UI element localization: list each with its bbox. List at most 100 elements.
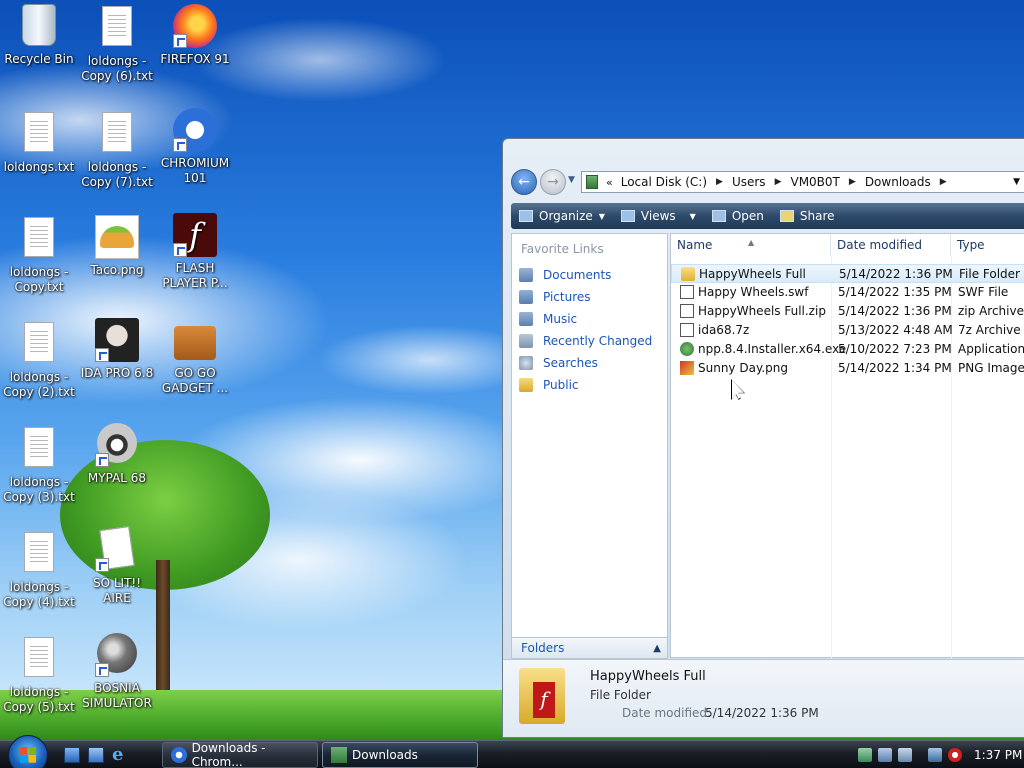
breadcrumb-downloads[interactable]: Downloads bbox=[865, 175, 931, 189]
clock[interactable]: 1:37 PM bbox=[974, 748, 1022, 762]
file-type: 7z Archive bbox=[958, 323, 1021, 337]
desktop-icon-go-go-gadget[interactable]: GO GO GADGET ... bbox=[156, 318, 234, 396]
chevron-right-icon[interactable]: ▶ bbox=[775, 177, 782, 187]
text-file-icon bbox=[17, 532, 61, 576]
nav-link-pictures[interactable]: Pictures bbox=[512, 286, 667, 308]
desktop-icon-label: loldongs - Copy (2).txt bbox=[3, 370, 75, 399]
column-name-label: Name bbox=[677, 238, 713, 252]
exe-file-icon bbox=[680, 342, 694, 356]
desktop-icon-loldongs-copy-6[interactable]: loldongs - Copy (6).txt bbox=[78, 4, 156, 84]
desktop-icon-recycle-bin[interactable]: Recycle Bin bbox=[0, 4, 78, 67]
desktop-icon-loldongs-copy-7[interactable]: loldongs - Copy (7).txt bbox=[78, 110, 156, 190]
taco-image-icon bbox=[95, 215, 139, 259]
text-file-icon bbox=[17, 322, 61, 366]
desktop-icon-loldongs-txt[interactable]: loldongs.txt bbox=[0, 110, 78, 175]
desktop-icon-taco-png[interactable]: Taco.png bbox=[78, 215, 156, 278]
nav-link-documents[interactable]: Documents bbox=[512, 264, 667, 286]
solitaire-cards-icon bbox=[95, 526, 139, 572]
folder-icon bbox=[681, 267, 695, 281]
chevron-right-icon[interactable]: ▶ bbox=[940, 177, 947, 187]
nav-link-music[interactable]: Music bbox=[512, 308, 667, 330]
text-file-icon bbox=[95, 6, 139, 50]
desktop-icon-bosnia-simulator[interactable]: BOSNIA SIMULATOR bbox=[78, 633, 156, 711]
share-button[interactable]: Share bbox=[772, 203, 843, 229]
column-header-type[interactable]: Type bbox=[951, 234, 1024, 256]
taskbar-button-chromium-downloads[interactable]: Downloads - Chrom... bbox=[162, 741, 318, 768]
chevron-right-icon[interactable]: ▶ bbox=[716, 177, 723, 187]
file-name: HappyWheels Full bbox=[699, 267, 806, 281]
file-row[interactable]: HappyWheels Full.zip 5/14/2022 1:36 PM z… bbox=[671, 302, 1024, 321]
folders-toggle[interactable]: Folders ▲ bbox=[511, 637, 668, 659]
organize-button[interactable]: Organize ▼ bbox=[511, 203, 613, 229]
7z-file-icon bbox=[680, 323, 694, 337]
folder-location-icon bbox=[586, 175, 598, 189]
open-button[interactable]: Open bbox=[704, 203, 772, 229]
shortcut-arrow-icon bbox=[173, 34, 187, 48]
tray-app-icon[interactable] bbox=[898, 748, 912, 762]
desktop-icon-solitaire[interactable]: SO LIT!! AIRE bbox=[78, 526, 156, 606]
desktop-icon-label: loldongs - Copy (6).txt bbox=[81, 54, 153, 83]
nav-link-public[interactable]: Public bbox=[512, 374, 667, 396]
back-button[interactable]: ← bbox=[511, 169, 537, 195]
shortcut-arrow-icon bbox=[173, 243, 187, 257]
file-row[interactable]: Sunny Day.png 5/14/2022 1:34 PM PNG Imag… bbox=[671, 359, 1024, 378]
address-bar[interactable]: « Local Disk (C:) ▶ Users ▶ VM0B0T ▶ Dow… bbox=[581, 171, 1024, 193]
file-row[interactable]: Happy Wheels.swf 5/14/2022 1:35 PM SWF F… bbox=[671, 283, 1024, 302]
file-row[interactable]: npp.8.4.Installer.x64.exe 5/10/2022 7:23… bbox=[671, 340, 1024, 359]
column-header-date[interactable]: Date modified bbox=[831, 234, 951, 256]
internet-explorer-icon[interactable]: e bbox=[112, 746, 128, 764]
file-type: Application bbox=[958, 342, 1024, 356]
desktop-icon-loldongs-copy-3[interactable]: loldongs - Copy (3).txt bbox=[0, 425, 78, 505]
tray-app-icon[interactable] bbox=[858, 748, 872, 762]
address-overflow[interactable]: « bbox=[606, 176, 613, 189]
desktop-icon-loldongs-copy-5[interactable]: loldongs - Copy (5).txt bbox=[0, 635, 78, 715]
chevron-right-icon[interactable]: ▶ bbox=[849, 177, 856, 187]
desktop-icon-ida-pro[interactable]: IDA PRO 6.8 bbox=[78, 318, 156, 381]
nav-link-label: Recently Changed bbox=[543, 334, 653, 348]
shortcut-arrow-icon bbox=[173, 138, 187, 152]
desktop-icon-chromium[interactable]: CHROMIUM 101 bbox=[156, 108, 234, 186]
png-file-icon bbox=[680, 361, 694, 375]
explorer-window[interactable]: ← → ▼ « Local Disk (C:) ▶ Users ▶ VM0B0T… bbox=[502, 138, 1024, 738]
desktop-icon-loldongs-copy-4[interactable]: loldongs - Copy (4).txt bbox=[0, 530, 78, 610]
breadcrumb-vm0b0t[interactable]: VM0B0T bbox=[790, 175, 839, 189]
file-name: Sunny Day.png bbox=[698, 361, 788, 375]
desktop-icon-mypal[interactable]: MYPAL 68 bbox=[78, 423, 156, 486]
desktop-icon-label: loldongs.txt bbox=[3, 160, 75, 174]
desktop-icon-label: IDA PRO 6.8 bbox=[80, 366, 154, 380]
swf-file-icon bbox=[680, 285, 694, 299]
flash-player-icon: f bbox=[173, 213, 217, 257]
nav-link-recently-changed[interactable]: Recently Changed bbox=[512, 330, 667, 352]
desktop-icon-label: SO LIT!! AIRE bbox=[92, 576, 142, 605]
network-icon[interactable] bbox=[928, 748, 942, 762]
chevron-up-icon: ▲ bbox=[653, 642, 661, 654]
chromium-icon bbox=[171, 747, 187, 763]
tray-app-icon[interactable] bbox=[878, 748, 892, 762]
desktop-icon-label: loldongs - Copy (3).txt bbox=[3, 475, 75, 504]
desktop-icon-firefox[interactable]: FIREFOX 91 bbox=[156, 4, 234, 67]
file-row[interactable]: ida68.7z 5/13/2022 4:48 AM 7z Archive bbox=[671, 321, 1024, 340]
desktop-icon-label: BOSNIA SIMULATOR bbox=[82, 681, 152, 710]
switch-windows-icon[interactable] bbox=[88, 747, 104, 763]
volume-muted-icon[interactable] bbox=[948, 748, 962, 762]
nav-link-searches[interactable]: Searches bbox=[512, 352, 667, 374]
start-button[interactable] bbox=[8, 735, 48, 768]
address-dropdown-icon[interactable]: ▼ bbox=[1013, 177, 1020, 187]
show-desktop-icon[interactable] bbox=[64, 747, 80, 763]
desktop-icon-loldongs-copy[interactable]: loldongs - Copy.txt bbox=[0, 215, 78, 295]
file-row[interactable]: HappyWheels Full 5/14/2022 1:36 PM File … bbox=[671, 264, 1024, 283]
taskbar-button-label: Downloads - Chrom... bbox=[191, 741, 266, 768]
forward-button[interactable]: → bbox=[540, 169, 566, 195]
views-button[interactable]: Views ▼ bbox=[613, 203, 704, 229]
recent-pages-dropdown[interactable]: ▼ bbox=[568, 175, 575, 185]
firefox-icon bbox=[173, 4, 217, 48]
desktop-icon-flash-player[interactable]: f FLASH PLAYER P... bbox=[156, 213, 234, 291]
desktop-icon-loldongs-copy-2[interactable]: loldongs - Copy (2).txt bbox=[0, 320, 78, 400]
breadcrumb-users[interactable]: Users bbox=[732, 175, 766, 189]
taskbar-button-downloads[interactable]: Downloads bbox=[322, 742, 478, 768]
recycle-bin-icon bbox=[17, 4, 61, 48]
column-header-name[interactable]: Name ▲ bbox=[671, 234, 831, 256]
views-label: Views bbox=[640, 209, 676, 223]
music-icon bbox=[519, 312, 533, 326]
breadcrumb-local-disk[interactable]: Local Disk (C:) bbox=[621, 175, 707, 189]
